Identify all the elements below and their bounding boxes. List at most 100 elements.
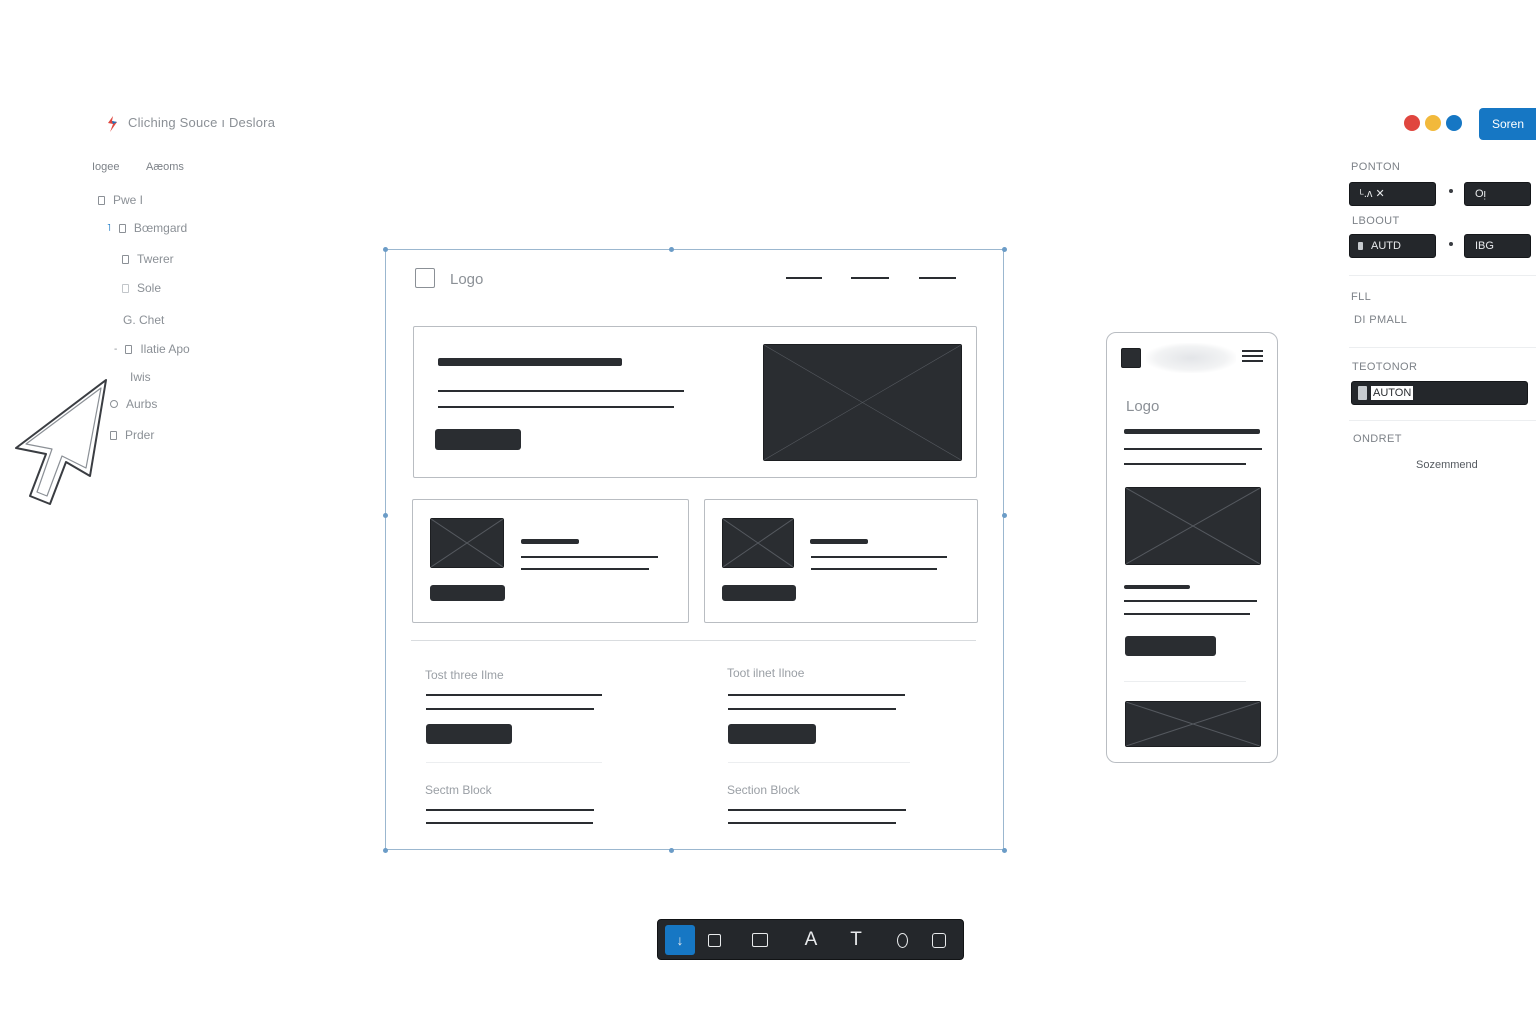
layer-item-aurbs[interactable]: Aurbs bbox=[110, 397, 157, 411]
ellipse-icon bbox=[896, 932, 908, 948]
separator-dot bbox=[1449, 242, 1453, 246]
section-text-line bbox=[728, 822, 896, 824]
resize-handle-b[interactable] bbox=[669, 848, 674, 853]
divider bbox=[728, 762, 910, 763]
section-block-title: Sectm Block bbox=[425, 783, 492, 797]
rectangle-tool-button[interactable] bbox=[745, 925, 775, 955]
nav-link[interactable] bbox=[851, 277, 889, 279]
mobile-text-line bbox=[1124, 448, 1262, 450]
logo-placeholder-icon bbox=[415, 268, 435, 288]
fill-label: FLL bbox=[1351, 291, 1372, 303]
resize-handle-r[interactable] bbox=[1002, 513, 1007, 518]
shape-tool-button[interactable] bbox=[924, 925, 954, 955]
move-arrow-icon: ↓ bbox=[676, 932, 684, 948]
divider bbox=[1124, 681, 1246, 682]
layer-item-sole[interactable]: Sole bbox=[122, 281, 161, 295]
resize-handle-t[interactable] bbox=[669, 247, 674, 252]
mobile-heading bbox=[1124, 429, 1260, 434]
window-dot-yellow[interactable] bbox=[1425, 115, 1441, 131]
layer-label: Prder bbox=[125, 428, 155, 442]
text-tool-button[interactable]: T bbox=[841, 925, 871, 955]
section-title: Tost three Ilme bbox=[425, 668, 504, 682]
section-text-line bbox=[426, 708, 594, 710]
layer-item-iwis[interactable]: Iwis bbox=[130, 370, 151, 384]
resize-handle-bl[interactable] bbox=[383, 848, 388, 853]
layer-item-prder[interactable]: Prder bbox=[110, 428, 154, 442]
window-dot-red[interactable] bbox=[1404, 115, 1420, 131]
mobile-button[interactable] bbox=[1125, 636, 1216, 656]
panel-divider bbox=[1349, 420, 1536, 421]
layer-label: Iwis bbox=[130, 370, 151, 384]
position-label: PONTON bbox=[1351, 161, 1401, 173]
resize-handle-tr[interactable] bbox=[1002, 247, 1007, 252]
layer-label: Sole bbox=[137, 281, 162, 295]
position-y-input[interactable]: Oᴉ bbox=[1464, 182, 1531, 206]
separator-dot bbox=[1449, 189, 1453, 193]
text-label: TEOTONOR bbox=[1352, 361, 1418, 373]
order-value[interactable]: Sozemmend bbox=[1416, 459, 1478, 471]
layer-label: Ilatie Apo bbox=[140, 342, 190, 356]
hero-button[interactable] bbox=[435, 429, 521, 450]
section-button[interactable] bbox=[728, 724, 816, 744]
tab-assets[interactable]: Aæoms bbox=[146, 161, 184, 173]
feature-button[interactable] bbox=[722, 585, 796, 601]
mobile-logo-text: Logo bbox=[1126, 398, 1160, 415]
resize-handle-l[interactable] bbox=[383, 513, 388, 518]
layout-mode-icon bbox=[1358, 242, 1363, 250]
page-icon bbox=[98, 195, 105, 205]
window-dot-blue[interactable] bbox=[1446, 115, 1462, 131]
feature-image-placeholder bbox=[722, 518, 794, 568]
text-style-input[interactable]: AUTON bbox=[1351, 381, 1528, 405]
layer-item-page[interactable]: Pwe I bbox=[98, 193, 143, 207]
cursor-arrow-icon bbox=[15, 379, 107, 505]
section-text-line bbox=[728, 809, 906, 811]
section-button[interactable] bbox=[426, 724, 512, 744]
position-x-input[interactable]: ᴸ.ᴧ ✕ bbox=[1349, 182, 1436, 206]
feature-text-line bbox=[811, 568, 937, 570]
layer-label: Bœmgard bbox=[133, 221, 188, 235]
text-style-icon bbox=[1358, 386, 1367, 400]
pen-tool-button[interactable]: A bbox=[796, 925, 826, 955]
resize-handle-tl[interactable] bbox=[383, 247, 388, 252]
layer-item-chet[interactable]: G. Chet bbox=[123, 313, 164, 327]
layout-value-input[interactable]: IBG bbox=[1464, 234, 1531, 258]
section-text-line bbox=[728, 708, 896, 710]
hamburger-menu-icon[interactable] bbox=[1242, 350, 1263, 365]
section-text-line bbox=[426, 822, 593, 824]
shape-icon bbox=[932, 932, 946, 948]
tab-layers[interactable]: Iogee bbox=[92, 161, 120, 173]
ellipse-tool-button[interactable] bbox=[887, 925, 917, 955]
layer-item-ilatie-apo[interactable]: - Ilatie Apo bbox=[114, 342, 190, 356]
frame-tool-button[interactable] bbox=[699, 925, 729, 955]
layer-item-twerer[interactable]: Twerer bbox=[122, 252, 174, 266]
feature-button[interactable] bbox=[430, 585, 505, 601]
frame-icon bbox=[125, 344, 133, 354]
mobile-image-placeholder bbox=[1125, 487, 1261, 565]
fill-value[interactable]: DI PMALL bbox=[1354, 314, 1407, 326]
move-tool-button[interactable]: ↓ bbox=[665, 925, 695, 955]
desktop-logo-text: Logo bbox=[450, 271, 484, 288]
app-title: Cliching Souce ı Deslora bbox=[128, 115, 276, 130]
mobile-logo-icon bbox=[1121, 348, 1141, 368]
text-style-value: AUTON bbox=[1371, 386, 1414, 400]
section-text-line bbox=[426, 694, 602, 696]
nav-link[interactable] bbox=[786, 277, 822, 279]
frame-icon bbox=[110, 430, 117, 440]
mobile-header-blur bbox=[1146, 343, 1236, 373]
expand-arrow-icon: ˥ bbox=[107, 222, 111, 234]
layer-label: G. Chet bbox=[123, 313, 165, 327]
mobile-text-line bbox=[1124, 613, 1250, 615]
layer-item-bœmgard[interactable]: ˥ Bœmgard bbox=[107, 221, 187, 235]
layout-mode-select[interactable]: AUTD bbox=[1349, 234, 1436, 258]
layer-label: Aurbs bbox=[126, 397, 158, 411]
feature-text-line bbox=[521, 568, 649, 570]
layer-label: Twerer bbox=[137, 252, 174, 266]
order-label: ONDRET bbox=[1353, 433, 1402, 445]
frame-icon bbox=[110, 400, 118, 408]
hero-text-line bbox=[438, 406, 674, 408]
feature-heading bbox=[521, 539, 579, 544]
resize-handle-br[interactable] bbox=[1002, 848, 1007, 853]
nav-link[interactable] bbox=[919, 277, 956, 279]
feature-text-line bbox=[521, 556, 658, 558]
share-button[interactable]: Soren bbox=[1479, 108, 1536, 140]
